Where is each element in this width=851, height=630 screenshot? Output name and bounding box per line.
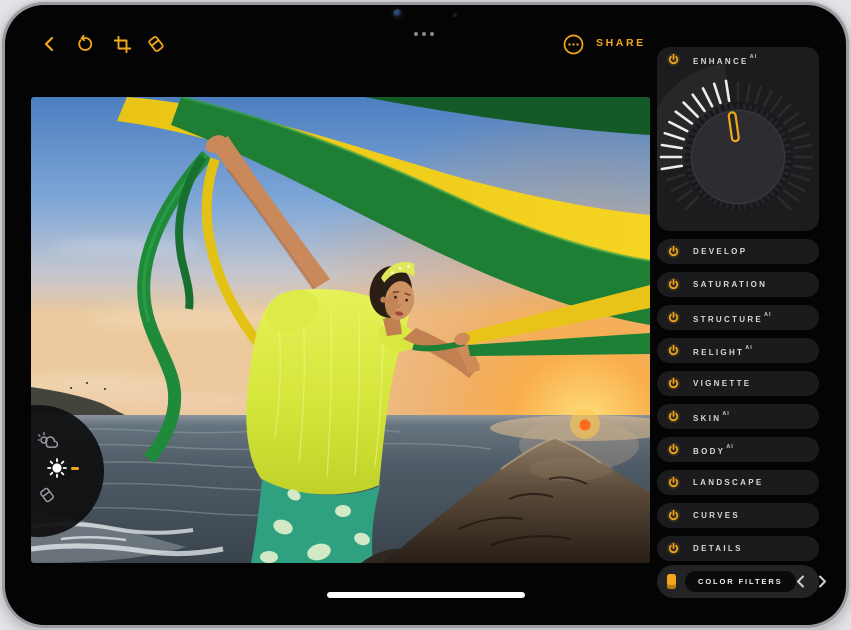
power-icon[interactable] (667, 509, 680, 522)
eraser-icon[interactable] (145, 33, 167, 55)
tool-row-label: STRUCTUREAI (693, 312, 772, 324)
power-icon[interactable] (667, 377, 680, 390)
tool-row[interactable]: DEVELOP (657, 239, 819, 264)
tool-row[interactable]: SATURATION (657, 272, 819, 297)
relight-brush-icon[interactable] (38, 431, 58, 451)
undo-arrow-icon[interactable] (74, 33, 96, 55)
ai-badge: AI (750, 54, 758, 60)
tool-row-label: DETAILS (693, 544, 743, 553)
tool-row[interactable]: SKINAI (657, 404, 819, 429)
front-camera (393, 9, 402, 18)
power-icon[interactable] (667, 311, 680, 324)
tool-row[interactable]: BODYAI (657, 437, 819, 462)
share-button[interactable]: SHARE (596, 37, 646, 49)
tool-row[interactable]: LANDSCAPE (657, 470, 819, 495)
power-icon[interactable] (667, 245, 680, 258)
repair-eraser-icon[interactable] (37, 485, 57, 505)
tool-row-label: LANDSCAPE (693, 478, 763, 487)
enhance-label: ENHANCEAI (693, 54, 757, 66)
multitasking-dots[interactable] (414, 32, 434, 36)
power-icon[interactable] (667, 542, 680, 555)
tool-row[interactable]: VIGNETTE (657, 371, 819, 396)
ai-badge: AI (745, 345, 753, 351)
photo-canvas[interactable] (31, 97, 650, 563)
enhance-header: ENHANCEAI (657, 47, 819, 72)
ai-badge: AI (722, 411, 730, 417)
color-filters-button[interactable]: COLOR FILTERS (685, 571, 796, 592)
stage: SHARE (0, 0, 851, 630)
back-chevron-icon[interactable] (38, 33, 60, 55)
tool-row[interactable]: STRUCTUREAI (657, 305, 819, 330)
tool-row-label: BODYAI (693, 444, 734, 456)
crop-icon[interactable] (111, 33, 133, 55)
photo-scene (31, 97, 650, 563)
power-icon[interactable] (667, 443, 680, 456)
home-indicator[interactable] (327, 592, 525, 598)
tool-row-label: VIGNETTE (693, 379, 751, 388)
color-filters-bar: COLOR FILTERS (657, 565, 819, 598)
power-icon[interactable] (667, 53, 680, 66)
brightness-adjust-icon[interactable] (47, 458, 67, 478)
power-icon[interactable] (667, 278, 680, 291)
power-icon[interactable] (667, 410, 680, 423)
selected-tool-marker (71, 467, 79, 470)
more-options-icon[interactable] (562, 33, 584, 55)
ai-badge: AI (726, 444, 734, 450)
color-filters-icon[interactable] (667, 574, 676, 589)
tool-row[interactable]: DETAILS (657, 536, 819, 561)
enhance-card[interactable]: ENHANCEAI (657, 47, 819, 231)
power-icon[interactable] (667, 476, 680, 489)
ai-badge: AI (764, 312, 772, 318)
tool-row-label: RELIGHTAI (693, 345, 753, 357)
sensor-dot (453, 13, 457, 17)
tool-list: DEVELOP SATURATION STRUCTUREAI (657, 239, 819, 561)
chevron-left-icon[interactable] (796, 575, 805, 588)
tool-row-label: SKINAI (693, 411, 730, 423)
tool-row-label: CURVES (693, 511, 740, 520)
tool-row-label: DEVELOP (693, 247, 747, 256)
tool-row[interactable]: RELIGHTAI (657, 338, 819, 363)
chevron-right-icon[interactable] (818, 575, 827, 588)
tool-row[interactable]: CURVES (657, 503, 819, 528)
tool-row-label: SATURATION (693, 280, 767, 289)
power-icon[interactable] (667, 344, 680, 357)
enhance-knob[interactable] (657, 47, 819, 231)
